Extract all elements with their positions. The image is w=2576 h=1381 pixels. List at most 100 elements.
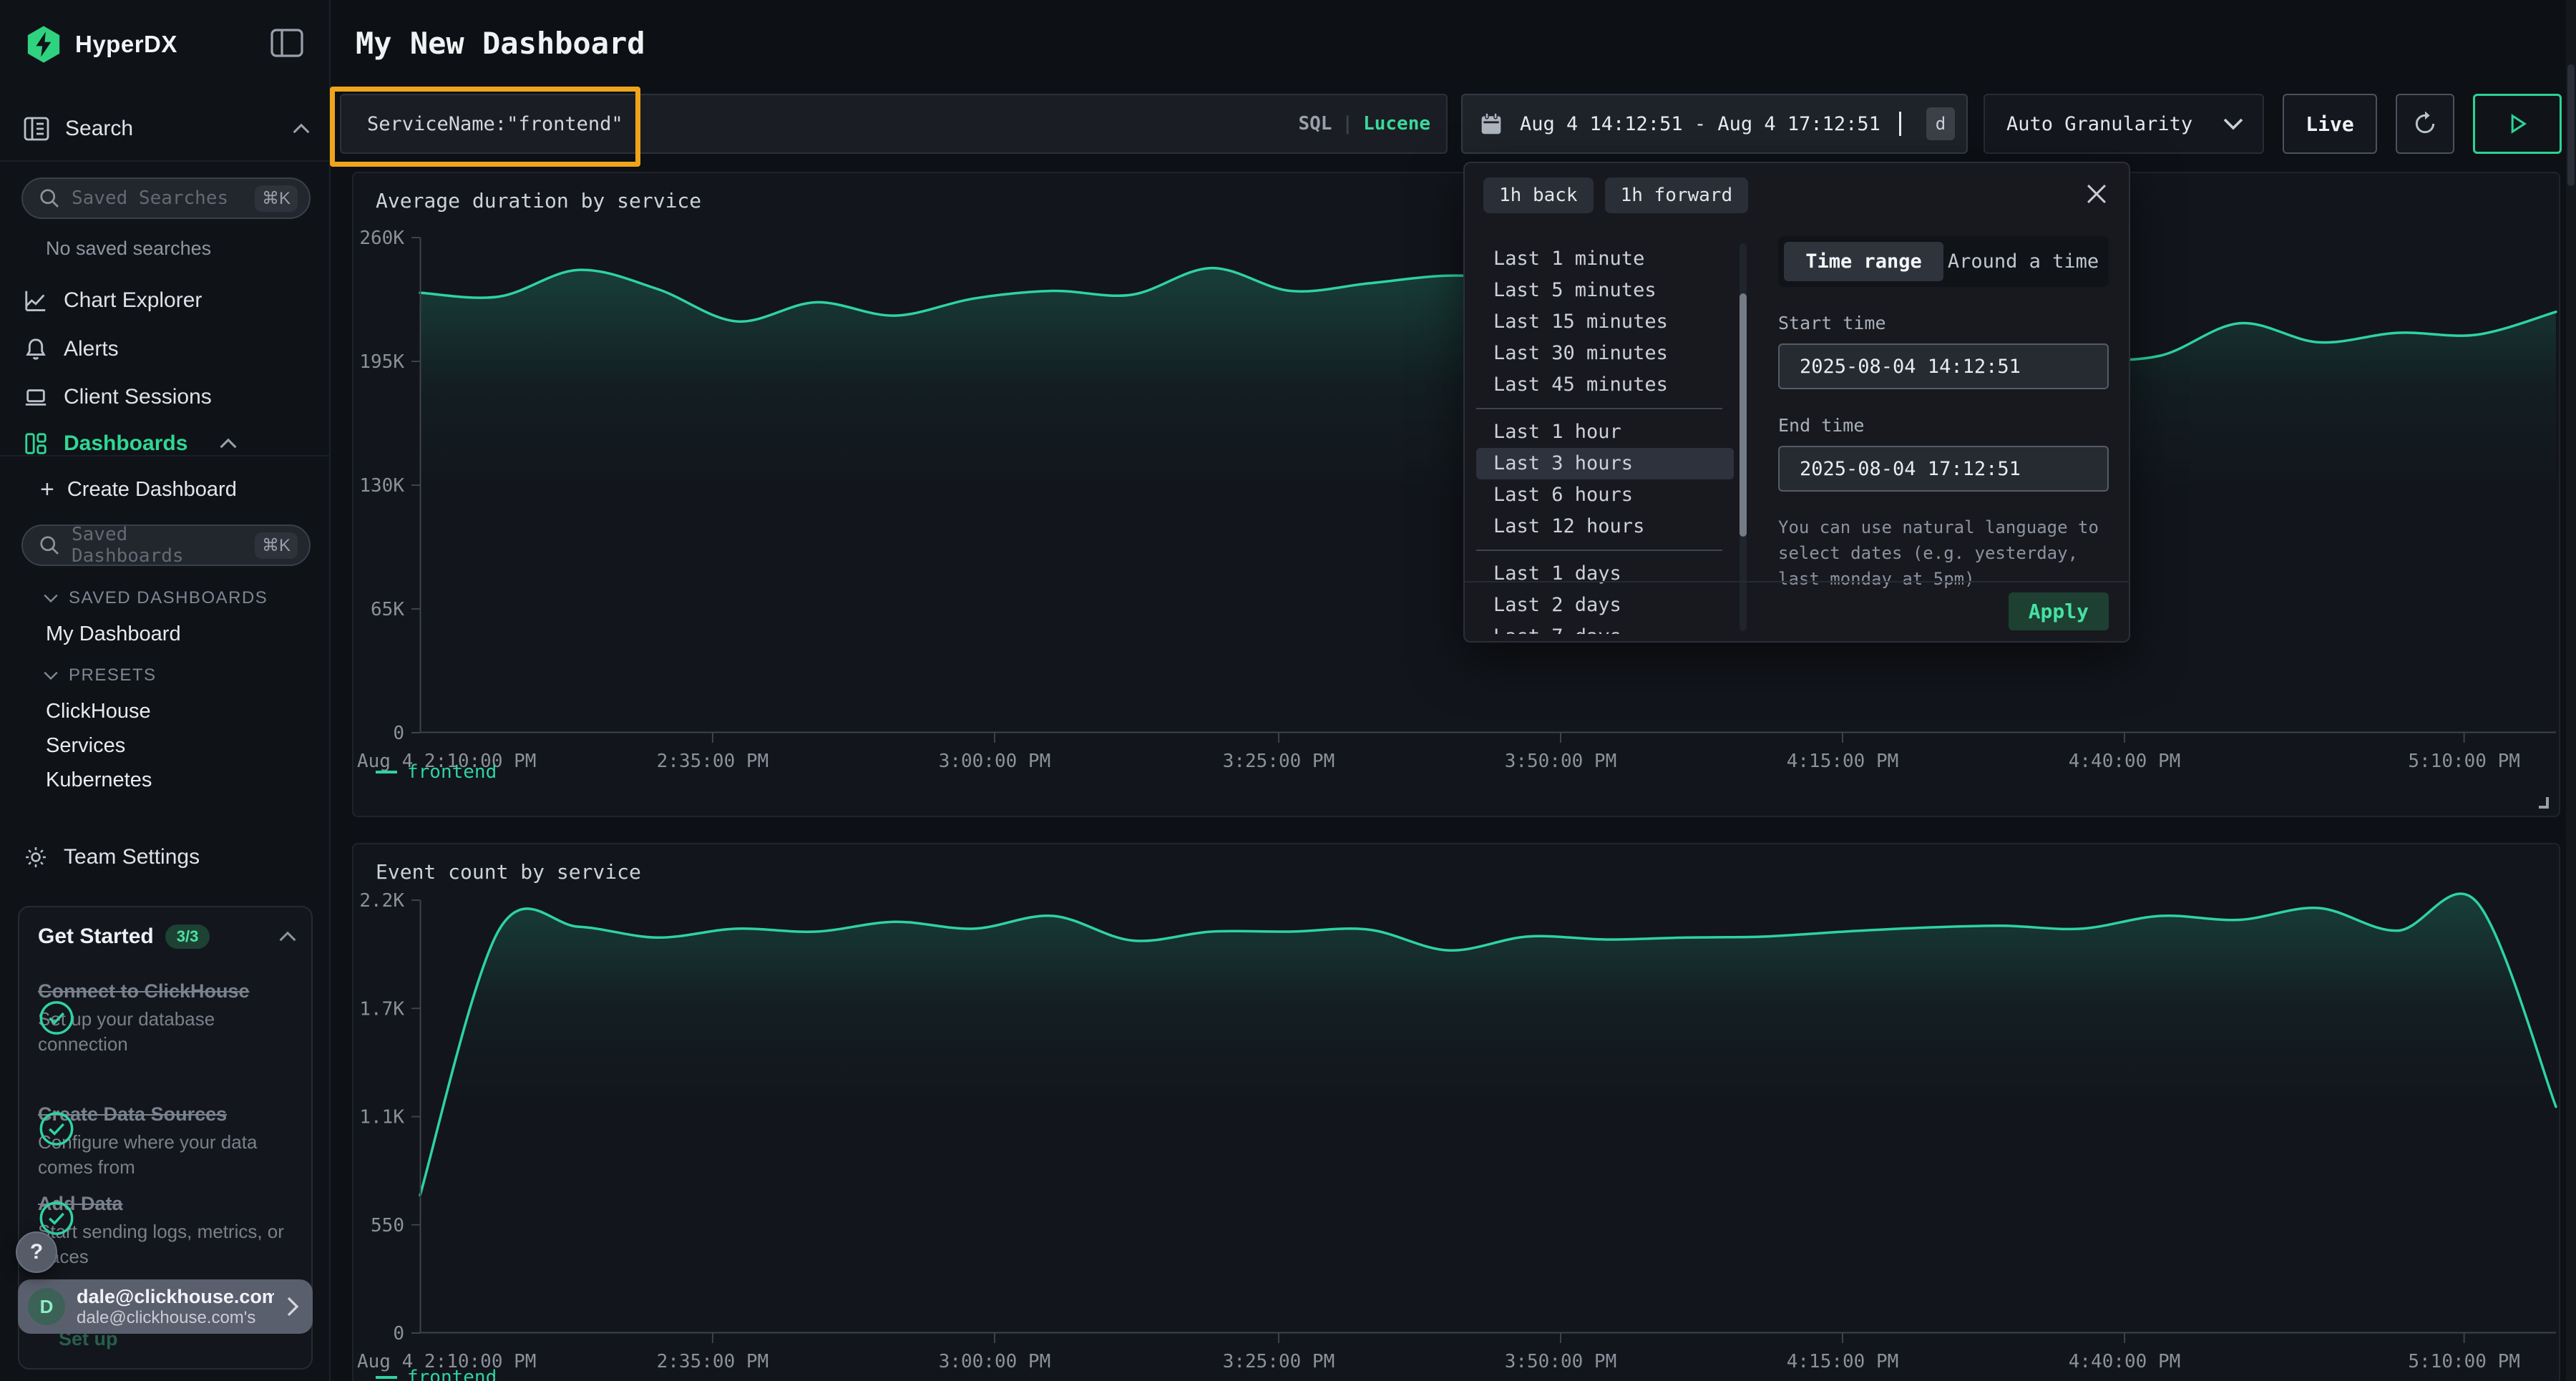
apply-button[interactable]: Apply xyxy=(2009,592,2109,630)
shift-1h-back-button[interactable]: 1h back xyxy=(1483,177,1594,213)
quick-range-option[interactable]: Last 3 hours xyxy=(1476,448,1734,479)
saved-searches-input[interactable]: Saved Searches ⌘K xyxy=(21,177,311,219)
chevron-right-icon xyxy=(286,1296,300,1317)
get-started-item[interactable]: Add DataStart sending logs, metrics, or … xyxy=(38,1179,298,1261)
lucene-mode-button[interactable]: Lucene xyxy=(1363,113,1430,135)
plus-icon: + xyxy=(40,477,54,502)
svg-text:5:10:00 PM: 5:10:00 PM xyxy=(2408,1351,2520,1372)
saved-dashboards-input[interactable]: Saved Dashboards ⌘K xyxy=(21,524,311,566)
get-started-item-desc: Start sending logs, metrics, or traces xyxy=(38,1219,298,1269)
dashboards-grid-icon xyxy=(24,431,48,456)
create-dashboard-label: Create Dashboard xyxy=(67,478,237,502)
line-chart-icon xyxy=(24,288,48,313)
refresh-icon xyxy=(2411,109,2439,138)
time-range-input[interactable]: Aug 4 14:12:51 - Aug 4 17:12:51 d xyxy=(1461,94,1968,154)
shortcut-badge: ⌘K xyxy=(255,532,298,559)
svg-text:260K: 260K xyxy=(359,228,404,249)
preset-dashboard-link[interactable]: Kubernetes xyxy=(46,768,152,792)
close-icon[interactable] xyxy=(2084,182,2109,209)
svg-text:4:15:00 PM: 4:15:00 PM xyxy=(1787,1351,1899,1372)
tab-around-a-time[interactable]: Around a time xyxy=(1943,242,2103,281)
get-started-item-title: Add Data xyxy=(38,1191,298,1216)
chevron-down-icon xyxy=(43,670,59,680)
quick-range-option[interactable]: Last 5 minutes xyxy=(1476,275,1734,306)
quick-range-option[interactable]: Last 45 minutes xyxy=(1476,369,1734,401)
help-button[interactable]: ? xyxy=(16,1231,57,1273)
collapse-sidebar-icon[interactable] xyxy=(270,29,303,61)
search-icon xyxy=(39,187,60,209)
get-started-item[interactable]: Create Data SourcesConfigure where your … xyxy=(38,1089,298,1171)
get-started-title: Get Started xyxy=(38,924,154,949)
legend-item-frontend[interactable]: frontend xyxy=(376,761,497,783)
time-picker-popup: 1h back 1h forward Last 1 minuteLast 5 m… xyxy=(1463,162,2130,643)
refresh-button[interactable] xyxy=(2396,94,2454,154)
sidebar-item-team-settings[interactable]: Team Settings xyxy=(24,841,311,873)
page-scrollbar-thumb[interactable] xyxy=(2567,64,2575,186)
saved-dashboards-header[interactable]: SAVED DASHBOARDS xyxy=(43,588,268,608)
end-time-input[interactable]: 2025-08-04 17:12:51 xyxy=(1778,446,2109,492)
preset-dashboard-link[interactable]: Services xyxy=(46,734,125,758)
dashboard-filter-input[interactable]: ServiceName:"frontend" SQL | Lucene xyxy=(340,94,1448,154)
page-title: My New Dashboard xyxy=(356,26,645,61)
panel-resize-handle[interactable] xyxy=(2539,797,2549,809)
gear-icon xyxy=(24,845,48,869)
chevron-up-icon[interactable] xyxy=(278,931,297,942)
run-query-button[interactable] xyxy=(2473,94,2562,154)
legend-swatch xyxy=(376,771,397,774)
quick-range-option[interactable]: Last 1 minute xyxy=(1476,243,1734,275)
chart-plot-area[interactable]: 2.2K1.7K1.1K5500Aug 4 2:10:00 PM2:35:00 … xyxy=(420,900,2556,1333)
presets-header[interactable]: PRESETS xyxy=(43,665,157,685)
svg-text:3:00:00 PM: 3:00:00 PM xyxy=(939,1351,1051,1372)
sidebar-item-label: Chart Explorer xyxy=(64,288,202,313)
create-dashboard-button[interactable]: + Create Dashboard xyxy=(40,475,237,504)
quick-range-option[interactable]: Last 12 hours xyxy=(1476,511,1734,542)
sql-mode-button[interactable]: SQL xyxy=(1298,113,1332,135)
saved-dashboards-placeholder: Saved Dashboards xyxy=(72,524,243,567)
calendar-icon xyxy=(1480,112,1503,136)
get-started-item[interactable]: Connect to ClickHouseSet up your databas… xyxy=(38,966,298,1073)
sidebar-item-alerts[interactable]: Alerts xyxy=(24,333,311,365)
chevron-up-icon xyxy=(219,438,238,449)
user-email: dale@clickhouse.com xyxy=(77,1286,274,1308)
granularity-value: Auto Granularity xyxy=(2006,113,2223,135)
popup-scrollbar-thumb[interactable] xyxy=(1740,293,1747,537)
quick-range-option[interactable]: Last 30 minutes xyxy=(1476,338,1734,369)
shift-1h-forward-button[interactable]: 1h forward xyxy=(1605,177,1749,213)
quick-range-option[interactable]: Last 1 hour xyxy=(1476,416,1734,448)
filter-query-text: ServiceName:"frontend" xyxy=(367,113,1298,135)
sidebar-item-client-sessions[interactable]: Client Sessions xyxy=(24,381,311,413)
svg-text:4:40:00 PM: 4:40:00 PM xyxy=(2069,751,2181,772)
page-scrollbar[interactable] xyxy=(2566,0,2576,1381)
sidebar-item-label: Search xyxy=(65,117,133,141)
granularity-select[interactable]: Auto Granularity xyxy=(1984,94,2264,154)
svg-text:3:00:00 PM: 3:00:00 PM xyxy=(939,751,1051,772)
sidebar-item-chart-explorer[interactable]: Chart Explorer xyxy=(24,285,311,316)
svg-text:3:25:00 PM: 3:25:00 PM xyxy=(1223,1351,1335,1372)
legend-item-frontend[interactable]: frontend xyxy=(376,1367,497,1381)
list-divider xyxy=(1476,550,1722,551)
svg-text:130K: 130K xyxy=(359,475,404,497)
laptop-icon xyxy=(24,385,48,409)
quick-range-option[interactable]: Last 6 hours xyxy=(1476,479,1734,511)
svg-text:3:25:00 PM: 3:25:00 PM xyxy=(1223,751,1335,772)
user-menu[interactable]: D dale@clickhouse.com dale@clickhouse.co… xyxy=(18,1279,313,1334)
svg-text:2:35:00 PM: 2:35:00 PM xyxy=(657,751,769,772)
quick-range-option[interactable]: Last 15 minutes xyxy=(1476,306,1734,338)
start-time-input[interactable]: 2025-08-04 14:12:51 xyxy=(1778,343,2109,389)
live-button[interactable]: Live xyxy=(2283,94,2377,154)
tab-time-range[interactable]: Time range xyxy=(1784,242,1943,281)
svg-text:1.1K: 1.1K xyxy=(359,1107,404,1128)
dashboard-link[interactable]: My Dashboard xyxy=(46,623,181,646)
svg-text:2.2K: 2.2K xyxy=(359,890,404,912)
legend-label: frontend xyxy=(407,761,497,783)
brand[interactable]: HyperDX xyxy=(24,24,177,64)
get-started-item-title: Create Data Sources xyxy=(38,1102,298,1127)
sidebar-item-search[interactable]: Search xyxy=(24,113,311,145)
svg-text:2:35:00 PM: 2:35:00 PM xyxy=(657,1351,769,1372)
preset-dashboard-link[interactable]: ClickHouse xyxy=(46,700,151,723)
svg-text:3:50:00 PM: 3:50:00 PM xyxy=(1505,751,1617,772)
chart-title: Event count by service xyxy=(376,860,641,884)
app-root: HyperDX Search Saved Searches ⌘K No save… xyxy=(0,0,2576,1381)
user-subtitle: dale@clickhouse.com's xyxy=(77,1308,274,1328)
chevron-down-icon xyxy=(2223,117,2244,130)
